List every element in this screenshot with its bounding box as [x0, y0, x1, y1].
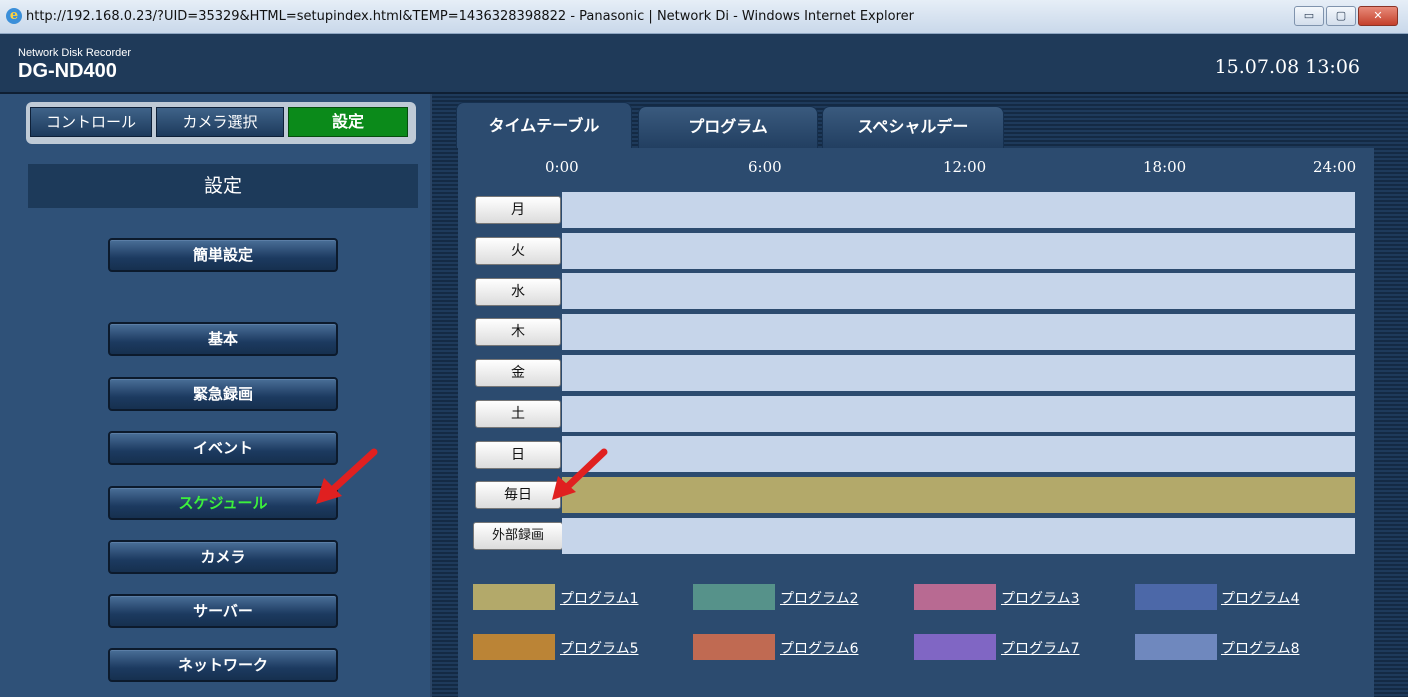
timebar-wednesday[interactable] — [562, 273, 1355, 309]
menu-easy-setup[interactable]: 簡単設定 — [108, 238, 338, 272]
legend-link-program-8[interactable]: プログラム8 — [1221, 638, 1300, 658]
timebar-monday[interactable] — [562, 192, 1355, 228]
legend-swatch-program-4 — [1135, 584, 1217, 610]
menu-emergency-recording[interactable]: 緊急録画 — [108, 377, 338, 411]
timebar-saturday[interactable] — [562, 396, 1355, 432]
timebar-thursday[interactable] — [562, 314, 1355, 350]
red-arrow-icon — [316, 448, 378, 504]
maximize-button[interactable]: ▢ — [1326, 6, 1356, 26]
app-header: Network Disk Recorder DG-ND400 15.07.08 … — [0, 34, 1408, 94]
legend-link-program-2[interactable]: プログラム2 — [780, 588, 859, 608]
minimize-button[interactable]: ▭ — [1294, 6, 1324, 26]
legend-swatch-program-1 — [473, 584, 555, 610]
legend-swatch-program-5 — [473, 634, 555, 660]
tab-special-day[interactable]: スペシャルデー — [822, 106, 1004, 148]
legend-swatch-program-7 — [914, 634, 996, 660]
window-controls: ▭ ▢ ✕ — [1294, 6, 1398, 26]
day-button-external-recording[interactable]: 外部録画 — [473, 522, 563, 550]
tab-timetable[interactable]: タイムテーブル — [456, 102, 632, 148]
menu-event[interactable]: イベント — [108, 431, 338, 465]
internet-explorer-icon: e — [6, 8, 22, 24]
hour-label-18: 18:00 — [1143, 158, 1187, 176]
legend-swatch-program-2 — [693, 584, 775, 610]
menu-camera[interactable]: カメラ — [108, 540, 338, 574]
day-button-monday[interactable]: 月 — [475, 196, 561, 224]
date-time: 15.07.08 13:06 — [1214, 56, 1360, 78]
legend-swatch-program-6 — [693, 634, 775, 660]
day-button-tuesday[interactable]: 火 — [475, 237, 561, 265]
timebar-tuesday[interactable] — [562, 233, 1355, 269]
day-button-saturday[interactable]: 土 — [475, 400, 561, 428]
mode-tab-bar: コントロール カメラ選択 設定 — [26, 102, 416, 144]
day-button-wednesday[interactable]: 水 — [475, 278, 561, 306]
legend-link-program-7[interactable]: プログラム7 — [1001, 638, 1080, 658]
menu-server[interactable]: サーバー — [108, 594, 338, 628]
product-line: Network Disk Recorder — [18, 47, 132, 59]
timebar-sunday[interactable] — [562, 436, 1355, 472]
window-title-bar: e http://192.168.0.23/?UID=35329&HTML=se… — [0, 0, 1408, 34]
day-button-friday[interactable]: 金 — [475, 359, 561, 387]
legend-link-program-6[interactable]: プログラム6 — [780, 638, 859, 658]
close-button[interactable]: ✕ — [1358, 6, 1398, 26]
product-model: DG-ND400 — [18, 60, 117, 82]
mode-tab-settings[interactable]: 設定 — [288, 107, 408, 137]
legend-link-program-5[interactable]: プログラム5 — [560, 638, 639, 658]
menu-basic[interactable]: 基本 — [108, 322, 338, 356]
menu-schedule[interactable]: スケジュール — [108, 486, 338, 520]
timebar-everyday[interactable] — [562, 477, 1355, 513]
timebar-external-recording[interactable] — [562, 518, 1355, 554]
red-arrow-icon — [552, 448, 608, 500]
timebar-friday[interactable] — [562, 355, 1355, 391]
hour-label-0: 0:00 — [545, 158, 579, 176]
sidebar-heading: 設定 — [28, 164, 418, 208]
legend-link-program-3[interactable]: プログラム3 — [1001, 588, 1080, 608]
mode-tab-camera-select[interactable]: カメラ選択 — [156, 107, 284, 137]
hour-label-12: 12:00 — [943, 158, 987, 176]
legend-link-program-1[interactable]: プログラム1 — [560, 588, 639, 608]
legend-swatch-program-8 — [1135, 634, 1217, 660]
legend-swatch-program-3 — [914, 584, 996, 610]
hour-label-24: 24:00 — [1313, 158, 1357, 176]
tab-program[interactable]: プログラム — [638, 106, 818, 148]
day-button-thursday[interactable]: 木 — [475, 318, 561, 346]
mode-tab-control[interactable]: コントロール — [30, 107, 152, 137]
hour-label-6: 6:00 — [748, 158, 782, 176]
window-title: http://192.168.0.23/?UID=35329&HTML=setu… — [26, 9, 914, 24]
legend-link-program-4[interactable]: プログラム4 — [1221, 588, 1300, 608]
menu-network[interactable]: ネットワーク — [108, 648, 338, 682]
